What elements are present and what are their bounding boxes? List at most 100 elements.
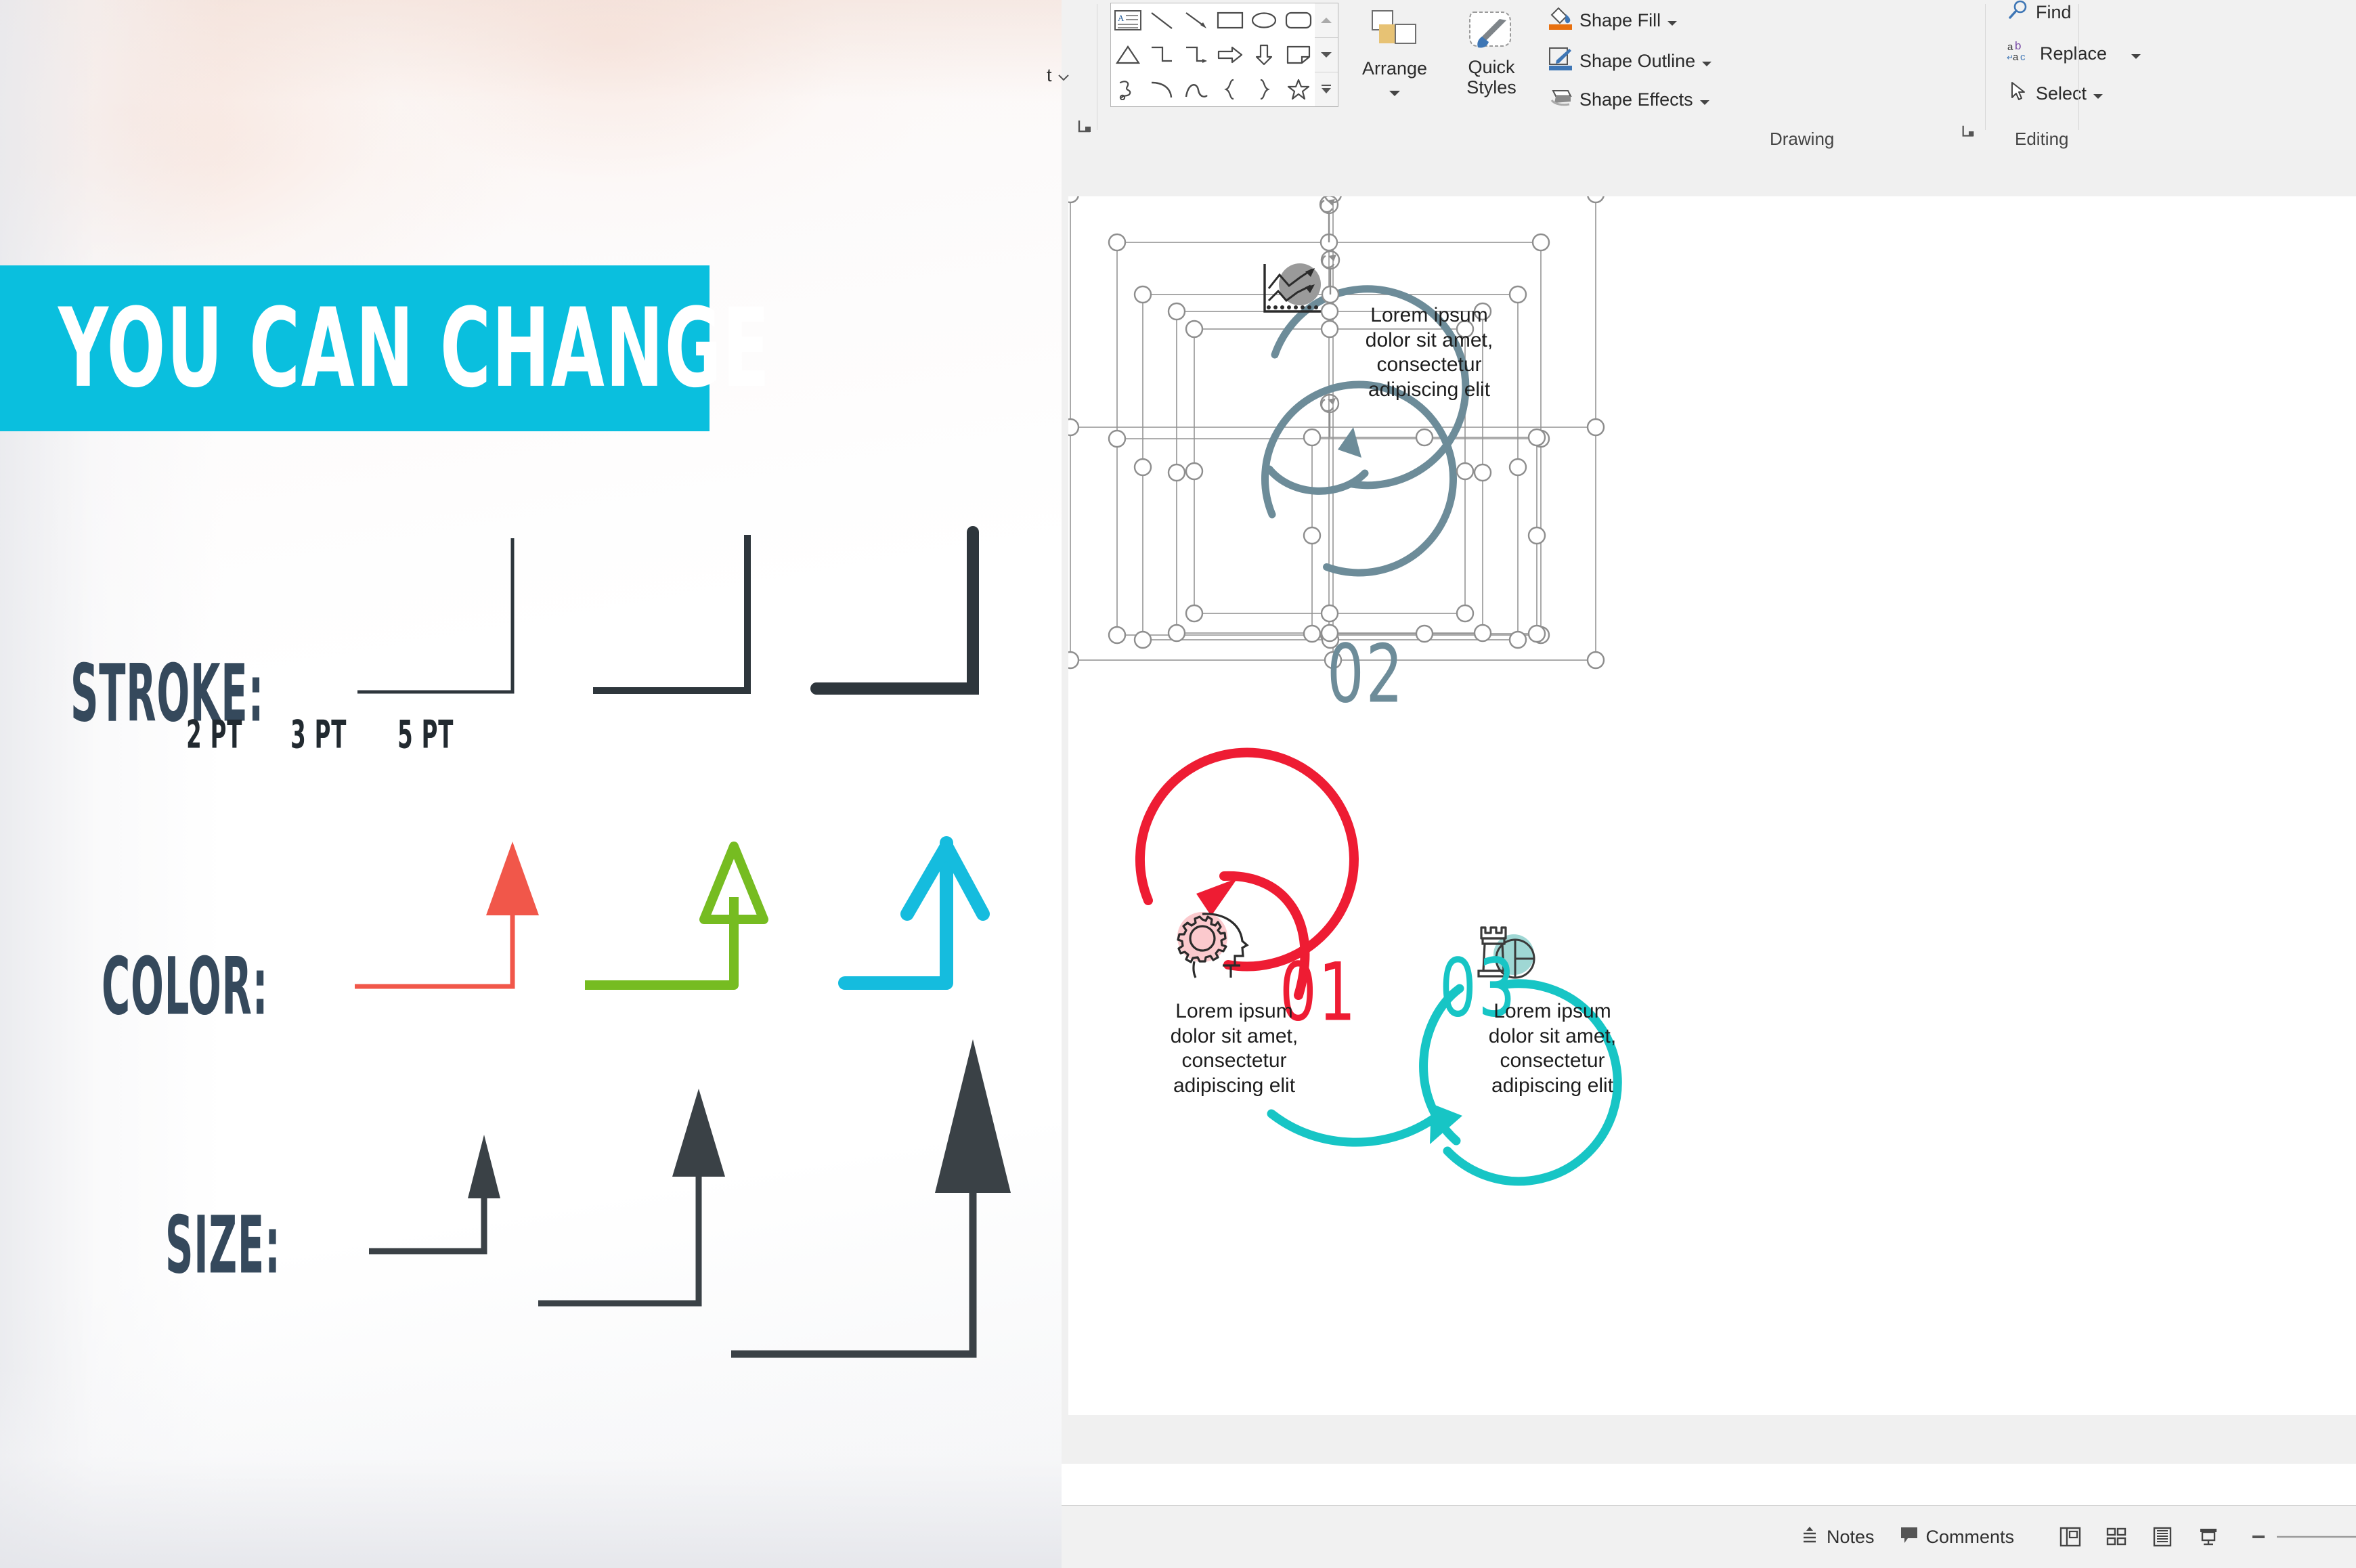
panel-left-gradient [0,0,223,1568]
quick-styles-button[interactable]: Quick Styles [1445,8,1538,98]
color-row-label: COLOR: [102,941,269,1033]
shape-triangle-icon[interactable] [1111,38,1145,72]
paragraph-dialog-launcher[interactable] [1076,118,1094,135]
panel-bottom-gradient [0,1365,1062,1568]
banner-text: YOU CAN CHANGE [58,284,771,412]
shape-elbow-connector-icon[interactable] [1145,38,1179,72]
arrange-label: Arrange [1361,58,1428,79]
drawing-group-title: Drawing [1770,129,1835,149]
chevron-down-icon [1057,65,1069,86]
slide-sorter-icon [2106,1527,2126,1546]
chevron-down-icon [1389,81,1401,101]
shape-oval-icon[interactable] [1247,3,1281,38]
svg-text:b: b [2015,39,2021,52]
normal-view-button[interactable] [2059,1525,2082,1548]
shapes-gallery[interactable]: A [1110,3,1316,107]
cut-off-group-label: t [1047,65,1052,85]
notes-button[interactable]: Notes [1799,1525,1875,1550]
shape-rectangle-icon[interactable] [1213,3,1247,38]
shape-body-02[interactable]: Lorem ipsum dolor sit amet, consectetur … [1338,303,1521,402]
shape-left-brace-icon[interactable] [1213,72,1247,106]
normal-view-icon [2059,1527,2081,1547]
notes-icon [1799,1525,1820,1550]
chevron-down-icon [2131,43,2141,64]
group-separator [2078,4,2079,130]
shape-outline-icon [1548,46,1573,77]
replace-button[interactable]: a b ↵ a c Replace [2007,39,2141,68]
svg-text:A: A [1118,13,1125,23]
chevron-down-icon [1667,10,1678,31]
shape-rounded-rectangle-icon[interactable] [1282,3,1315,38]
comments-button[interactable]: Comments [1899,1525,2015,1550]
cut-off-group-button[interactable]: t [1047,65,1069,86]
reading-view-icon [2153,1527,2172,1547]
shape-text-box-icon[interactable]: A [1111,3,1145,38]
status-bar: Notes Comments [1062,1505,2356,1568]
arrange-icon [1370,8,1420,57]
size-row-label: SIZE: [165,1200,281,1292]
shape-curve-icon[interactable] [1179,72,1213,106]
stroke-tick-3pt: 3 PT [290,712,347,758]
shape-line-arrow-icon[interactable] [1179,3,1213,38]
editing-group-title: Editing [2015,129,2069,149]
scroll-up-icon[interactable] [1315,3,1338,38]
shape-folded-corner-icon[interactable] [1282,38,1315,72]
shape-fill-button[interactable]: Shape Fill [1548,5,1678,36]
shape-fill-label: Shape Fill [1579,10,1661,30]
shapes-gallery-scroll[interactable] [1315,3,1338,107]
zoom-slider[interactable] [2274,1525,2356,1548]
select-button[interactable]: Select [2007,80,2103,108]
comments-label: Comments [1925,1526,2015,1547]
slide-graphics [1068,196,1622,1186]
shape-right-arrow-icon[interactable] [1213,38,1247,72]
shape-line-icon[interactable] [1145,3,1179,38]
more-shapes-icon[interactable] [1315,72,1338,106]
shape-elbow-arrow-connector-icon[interactable] [1179,38,1213,72]
shape-arc-icon[interactable] [1145,72,1179,106]
reading-view-button[interactable] [2151,1525,2174,1548]
shape-fill-icon [1548,5,1573,36]
shape-number-02: 02 [1327,627,1405,722]
shape-star-icon[interactable] [1282,72,1315,106]
slide-sorter-button[interactable] [2105,1525,2128,1548]
powerpoint-window: t A Arrange Quick Styles Shape Fill Shap… [1047,0,2356,1568]
reference-image-panel: YOU CAN CHANGE STROKE: COLOR: SIZE: 2 PT… [0,0,1062,1568]
ribbon: t A Arrange Quick Styles Shape Fill Shap… [1047,0,2356,151]
shape-effects-icon [1548,87,1573,113]
find-button[interactable]: Find [2007,0,2072,26]
slide-workspace: 02 01 03 Lorem ipsum dolor sit amet, con… [1062,150,2356,1464]
slide-canvas[interactable]: 02 01 03 Lorem ipsum dolor sit amet, con… [1068,196,2356,1415]
quick-styles-label: Quick Styles [1466,57,1517,98]
shape-effects-label: Shape Effects [1579,89,1693,110]
stroke-tick-2pt: 2 PT [186,712,243,758]
shape-down-arrow-icon[interactable] [1247,38,1281,72]
banner-you-can-change: YOU CAN CHANGE [0,265,770,431]
group-separator [1985,4,1986,130]
slideshow-button[interactable] [2197,1525,2220,1548]
chevron-down-icon [1701,51,1712,72]
shape-body-03[interactable]: Lorem ipsum dolor sit amet, consectetur … [1461,999,1644,1098]
arrange-button[interactable]: Arrange [1351,8,1438,102]
slideshow-icon [2200,1529,2217,1546]
comment-bubble-icon [1899,1525,1919,1550]
replace-icon: a b ↵ a c [2007,39,2034,68]
zoom-out-button[interactable] [2251,1529,2266,1544]
scroll-down-icon[interactable] [1315,38,1338,72]
shape-right-brace-icon[interactable] [1247,72,1281,106]
find-label: Find [2036,2,2072,22]
shape-effects-button[interactable]: Shape Effects [1548,87,1710,113]
replace-label: Replace [2040,43,2108,64]
zoom-slider-track [2277,1536,2356,1538]
drawing-dialog-launcher[interactable] [1961,123,1978,141]
chevron-down-icon [2093,83,2103,104]
shape-body-01[interactable]: Lorem ipsum dolor sit amet, consectetur … [1143,999,1326,1098]
shape-outline-label: Shape Outline [1579,51,1696,71]
svg-text:c: c [2020,51,2026,63]
zoom-out-icon [2252,1536,2265,1538]
shape-freeform-scribble-icon[interactable] [1111,72,1145,106]
shape-outline-button[interactable]: Shape Outline [1548,46,1712,77]
search-icon [2007,0,2030,26]
notes-label: Notes [1827,1526,1875,1547]
cursor-select-icon [2007,80,2030,108]
svg-text:a: a [2013,51,2019,63]
